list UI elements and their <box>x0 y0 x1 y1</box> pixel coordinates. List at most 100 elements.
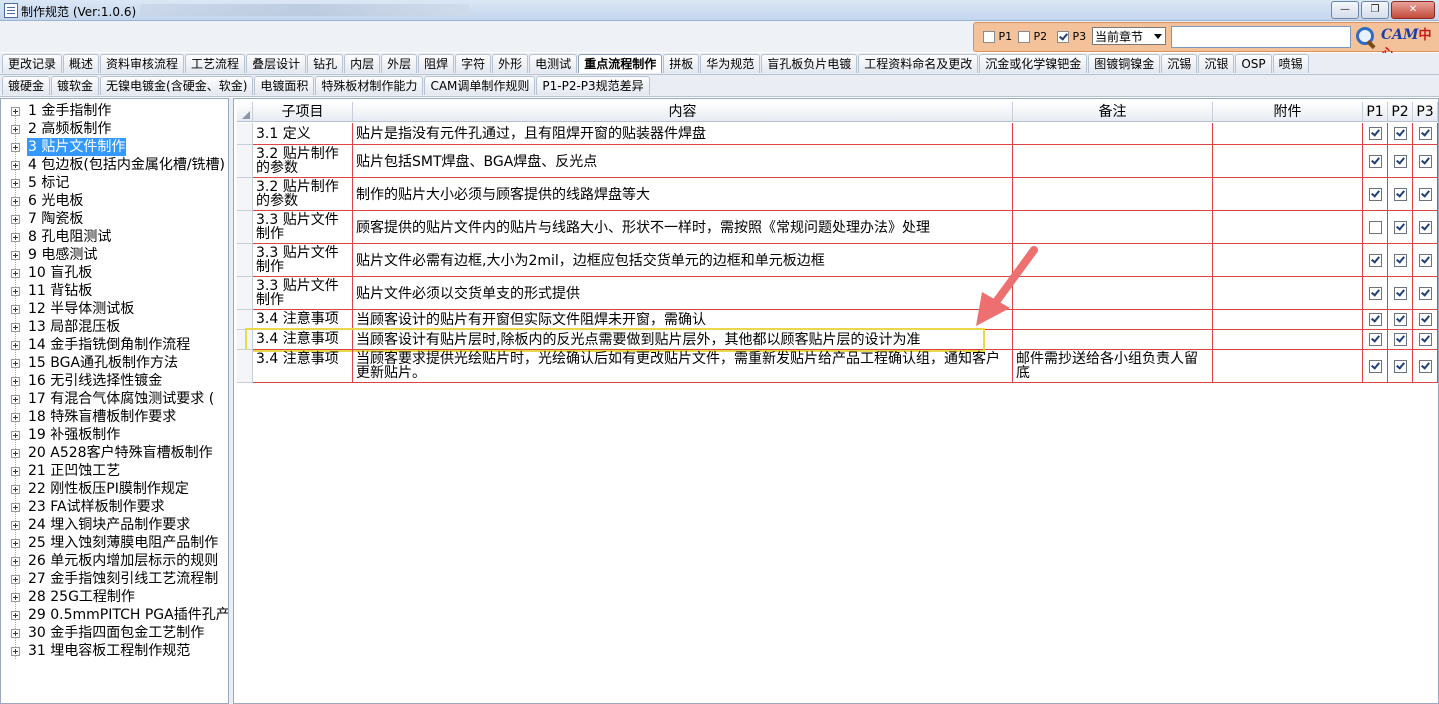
expand-icon[interactable] <box>11 125 20 134</box>
grid-corner[interactable] <box>237 102 253 122</box>
p3-row-checkbox[interactable] <box>1418 154 1432 168</box>
expand-icon[interactable] <box>11 557 20 566</box>
tab-12[interactable]: 电测试 <box>529 54 578 73</box>
tab-5[interactable]: 特殊板材制作能力 <box>315 76 424 95</box>
cell-attach[interactable] <box>1213 211 1363 244</box>
cell-content[interactable]: 当顾客要求提供光绘贴片时，光绘确认后如有更改贴片文件，需重新发贴片给产品工程确认… <box>353 350 1013 383</box>
cell-content[interactable]: 贴片是指没有元件孔通过，且有阻焊开窗的贴装器件焊盘 <box>353 123 1013 145</box>
cell-p3[interactable] <box>1413 178 1438 211</box>
expand-icon[interactable] <box>11 647 20 656</box>
expand-icon[interactable] <box>11 233 20 242</box>
expand-icon[interactable] <box>11 521 20 530</box>
cell-p2[interactable] <box>1388 145 1413 178</box>
cell-p3[interactable] <box>1413 123 1438 145</box>
expand-icon[interactable] <box>11 323 20 332</box>
cell-sub[interactable]: 3.3 贴片文件制作 <box>253 277 353 310</box>
cell-p1[interactable] <box>1363 123 1388 145</box>
maximize-button[interactable]: ❐ <box>1361 1 1389 19</box>
tab-20[interactable]: 沉锡 <box>1161 54 1198 73</box>
cell-attach[interactable] <box>1213 123 1363 145</box>
tab-8[interactable]: 外层 <box>381 54 418 73</box>
expand-icon[interactable] <box>11 539 20 548</box>
cell-p3[interactable] <box>1413 350 1438 383</box>
tab-2[interactable]: 镀软金 <box>51 76 100 95</box>
tab-1[interactable]: 更改记录 <box>2 54 63 73</box>
tab-1[interactable]: 镀硬金 <box>2 76 51 95</box>
p3-row-checkbox[interactable] <box>1418 220 1432 234</box>
row-header[interactable] <box>237 178 253 211</box>
expand-icon[interactable] <box>11 251 20 260</box>
p2-filter[interactable]: P2 <box>1018 30 1047 43</box>
cell-attach[interactable] <box>1213 244 1363 277</box>
p3-row-checkbox[interactable] <box>1418 286 1432 300</box>
p1-row-checkbox[interactable] <box>1368 333 1382 346</box>
row-header[interactable] <box>237 244 253 277</box>
tab-18[interactable]: 沉金或化学镍钯金 <box>979 54 1088 73</box>
tab-16[interactable]: 盲孔板负片电镀 <box>761 54 858 73</box>
expand-icon[interactable] <box>11 467 20 476</box>
expand-icon[interactable] <box>11 395 20 404</box>
cell-p3[interactable] <box>1413 244 1438 277</box>
tab-7[interactable]: 内层 <box>344 54 381 73</box>
column-header-p1[interactable]: P1 <box>1363 102 1388 122</box>
cell-p3[interactable] <box>1413 310 1438 330</box>
cell-p1[interactable] <box>1363 350 1388 383</box>
cell-sub[interactable]: 3.4 注意事项 <box>253 350 353 383</box>
cell-note[interactable] <box>1013 145 1213 178</box>
expand-icon[interactable] <box>11 215 20 224</box>
expand-icon[interactable] <box>11 269 20 278</box>
p3-row-checkbox[interactable] <box>1418 253 1432 267</box>
p1-filter[interactable]: P1 <box>983 30 1012 43</box>
tab-2[interactable]: 概述 <box>63 54 100 73</box>
expand-icon[interactable] <box>11 377 20 386</box>
tab-14[interactable]: 拼板 <box>663 54 700 73</box>
cell-sub[interactable]: 3.4 注意事项 <box>253 330 353 350</box>
expand-icon[interactable] <box>11 503 20 512</box>
cell-attach[interactable] <box>1213 350 1363 383</box>
cell-p1[interactable] <box>1363 145 1388 178</box>
cell-p3[interactable] <box>1413 277 1438 310</box>
column-header-content[interactable]: 内容 <box>353 102 1013 122</box>
cell-note[interactable]: 邮件需抄送给各小组负责人留底 <box>1013 350 1213 383</box>
tab-4[interactable]: 工艺流程 <box>185 54 246 73</box>
row-header[interactable] <box>237 330 253 350</box>
tab-17[interactable]: 工程资料命名及更改 <box>858 54 979 73</box>
p1-row-checkbox[interactable] <box>1368 127 1382 140</box>
cell-p2[interactable] <box>1388 244 1413 277</box>
cell-note[interactable] <box>1013 211 1213 244</box>
expand-icon[interactable] <box>11 107 20 116</box>
p3-checkbox[interactable] <box>1057 31 1069 43</box>
p1-row-checkbox[interactable] <box>1368 220 1382 234</box>
cell-p1[interactable] <box>1363 244 1388 277</box>
tab-23[interactable]: 喷锡 <box>1272 54 1309 73</box>
close-button[interactable]: ✕ <box>1391 1 1435 19</box>
p3-row-checkbox[interactable] <box>1418 187 1432 201</box>
column-header-p2[interactable]: P2 <box>1388 102 1413 122</box>
cell-sub[interactable]: 3.1 定义 <box>253 123 353 145</box>
cell-sub[interactable]: 3.4 注意事项 <box>253 310 353 330</box>
column-header-sub[interactable]: 子项目 <box>253 102 353 122</box>
cell-note[interactable] <box>1013 178 1213 211</box>
cell-attach[interactable] <box>1213 178 1363 211</box>
cell-note[interactable] <box>1013 123 1213 145</box>
cell-p2[interactable] <box>1388 178 1413 211</box>
cell-content[interactable]: 贴片文件必须以交货单支的形式提供 <box>353 277 1013 310</box>
cell-sub[interactable]: 3.2 贴片制作的参数 <box>253 178 353 211</box>
p1-checkbox[interactable] <box>983 31 995 43</box>
search-button[interactable] <box>1353 25 1379 50</box>
tab-7[interactable]: P1-P2-P3规范差异 <box>536 76 650 95</box>
tab-21[interactable]: 沉银 <box>1198 54 1235 73</box>
p2-row-checkbox[interactable] <box>1393 333 1407 346</box>
p2-row-checkbox[interactable] <box>1393 313 1407 326</box>
expand-icon[interactable] <box>11 593 20 602</box>
p2-row-checkbox[interactable] <box>1393 187 1407 201</box>
tab-13[interactable]: 重点流程制作 <box>578 54 663 73</box>
cell-p2[interactable] <box>1388 211 1413 244</box>
p2-row-checkbox[interactable] <box>1393 220 1407 234</box>
expand-icon[interactable] <box>11 431 20 440</box>
row-header[interactable] <box>237 145 253 178</box>
p2-checkbox[interactable] <box>1018 31 1030 43</box>
p2-row-checkbox[interactable] <box>1393 253 1407 267</box>
tab-3[interactable]: 无镍电镀金(含硬金、软金) <box>100 76 254 95</box>
search-input[interactable] <box>1171 26 1351 48</box>
